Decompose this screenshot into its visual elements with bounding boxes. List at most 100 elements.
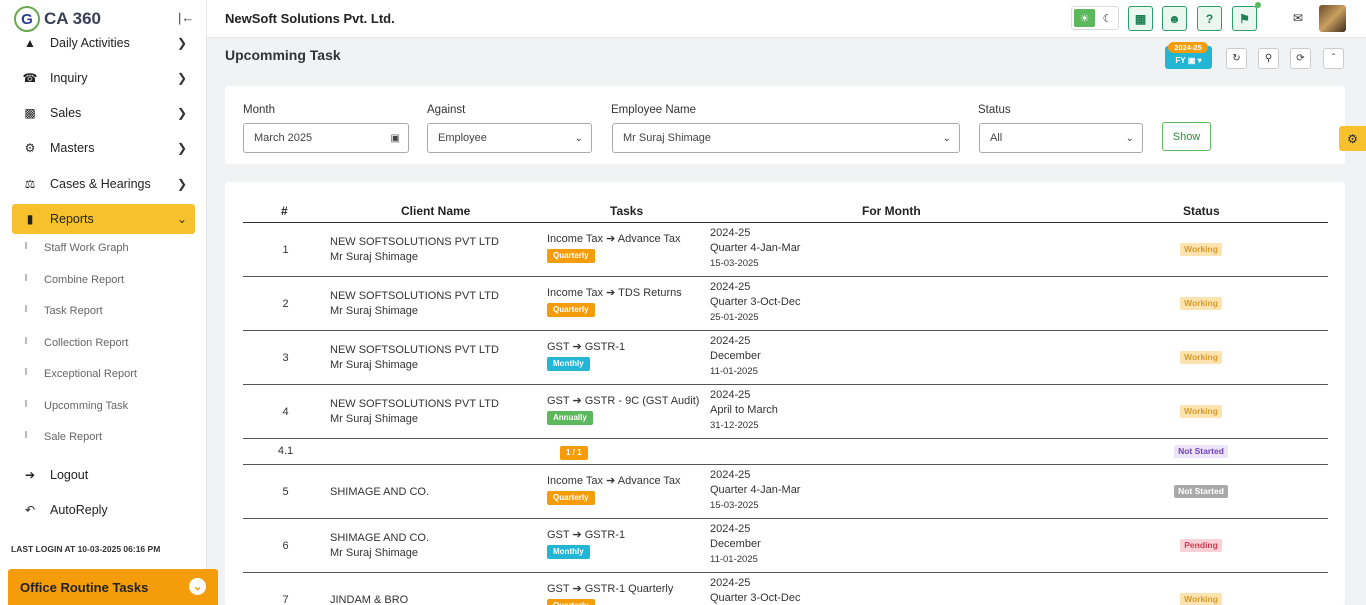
submenu-staff-work-graph[interactable]: Staff Work Graph bbox=[44, 242, 129, 254]
client-contact: Mr Suraj Shimage bbox=[330, 547, 419, 559]
due-date: 15-03-2025 bbox=[710, 500, 759, 511]
submenu-dot bbox=[25, 368, 27, 375]
row-number: 1 bbox=[282, 244, 289, 256]
chat-button[interactable]: ✉ bbox=[1288, 8, 1308, 28]
sidebar-item-inquiry[interactable]: ☎ Inquiry ❯ bbox=[12, 63, 195, 93]
sidebar-item-reports[interactable]: ▮ Reports ⌄ bbox=[12, 204, 195, 234]
for-month-cell: 2024-25 December 11-01-2025 bbox=[710, 334, 761, 379]
calendar-icon[interactable]: ▣ bbox=[391, 133, 400, 144]
chevron-up-icon: ˆ bbox=[1331, 53, 1336, 64]
for-month-cell: 2024-25 Quarter 3-Oct-Dec bbox=[710, 576, 800, 605]
task-name: Income Tax ➔ Advance Tax bbox=[547, 233, 681, 245]
refresh-icon: ↻ bbox=[1232, 53, 1241, 64]
fy-year: 2024-25 bbox=[710, 335, 751, 347]
status-cell: Working bbox=[1143, 592, 1259, 605]
task-name: GST ➔ GSTR-1 Quarterly bbox=[547, 583, 674, 595]
status-cell: Pending bbox=[1143, 538, 1259, 553]
row-number: 3 bbox=[282, 352, 289, 364]
sidebar-item-sales[interactable]: ▩ Sales ❯ bbox=[12, 98, 195, 128]
fy-year: 2024-25 bbox=[710, 389, 751, 401]
refresh-button[interactable]: ↻ bbox=[1226, 48, 1247, 69]
submenu-task-report[interactable]: Task Report bbox=[44, 305, 103, 317]
frequency-tag: Quarterly bbox=[547, 249, 595, 263]
frequency-tag: Quarterly bbox=[547, 491, 595, 505]
sidebar-item-cases-hearings[interactable]: ⚖ Cases & Hearings ❯ bbox=[12, 169, 195, 199]
logo-text: CA 360 bbox=[44, 9, 102, 28]
status-cell: Working bbox=[1143, 404, 1259, 419]
submenu-combine-report[interactable]: Combine Report bbox=[44, 274, 124, 286]
for-month-cell: 2024-25 April to March 31-12-2025 bbox=[710, 388, 778, 433]
period: April to March bbox=[710, 404, 778, 416]
status-badge[interactable]: Pending bbox=[1180, 539, 1222, 552]
sidebar-item-daily-activities[interactable]: ▲ Daily Activities ❯ bbox=[12, 28, 195, 58]
frequency-tag: Quarterly bbox=[547, 599, 595, 605]
chevron-right-icon: ❯ bbox=[176, 36, 187, 50]
submenu-dot bbox=[25, 431, 27, 438]
client-contact: Mr Suraj Shimage bbox=[330, 359, 419, 371]
moon-icon[interactable]: ☾ bbox=[1097, 7, 1118, 29]
topbar: NewSoft Solutions Pvt. Ltd. ☀ ☾ ▦ ☻ ? ⚑ … bbox=[207, 0, 1366, 38]
last-login-text: LAST LOGIN AT 10-03-2025 06:16 PM bbox=[11, 544, 161, 554]
office-routine-tasks-bar[interactable]: Office Routine Tasks ⌄ bbox=[8, 569, 218, 605]
against-select[interactable]: Employee ⌄ bbox=[427, 123, 592, 153]
status-badge[interactable]: Working bbox=[1180, 405, 1222, 418]
month-input[interactable]: March 2025 ▣ bbox=[243, 123, 409, 153]
sidebar-item-logout[interactable]: ➔ Logout bbox=[12, 460, 195, 490]
employee-value: Mr Suraj Shimage bbox=[623, 132, 712, 144]
report-icon: ▮ bbox=[26, 212, 34, 226]
client-company: NEW SOFTSOLUTIONS PVT LTD bbox=[330, 236, 499, 248]
announcement-button[interactable]: ⚑ bbox=[1232, 6, 1257, 31]
task-cell: GST ➔ GSTR-1 Quarterly Quarterly bbox=[547, 582, 673, 605]
show-button[interactable]: Show bbox=[1162, 122, 1211, 151]
task-cell: GST ➔ GSTR - 9C (GST Audit) Annually bbox=[547, 394, 699, 425]
help-button[interactable]: ? bbox=[1197, 6, 1222, 31]
sidebar-item-label: Inquiry bbox=[50, 71, 88, 85]
period: Quarter 4-Jan-Mar bbox=[710, 242, 801, 254]
employee-select[interactable]: Mr Suraj Shimage ⌄ bbox=[612, 123, 960, 153]
sun-icon[interactable]: ☀ bbox=[1074, 9, 1095, 27]
pin-button[interactable]: ⚲ bbox=[1258, 48, 1279, 69]
column-header-client: Client Name bbox=[401, 204, 471, 218]
due-date: 25-01-2025 bbox=[710, 312, 759, 323]
row-number: 4 bbox=[282, 406, 289, 418]
qr-code-button[interactable]: ▦ bbox=[1128, 6, 1153, 31]
for-month-cell: 2024-25 December 11-01-2025 bbox=[710, 522, 761, 567]
users-button[interactable]: ☻ bbox=[1162, 6, 1187, 31]
fy-year: 2024-25 bbox=[710, 523, 751, 535]
submenu-dot bbox=[25, 274, 27, 281]
submenu-upcomming-task[interactable]: Upcomming Task bbox=[44, 400, 128, 412]
users-icon: ☻ bbox=[1168, 11, 1181, 26]
client-name: NEW SOFTSOLUTIONS PVT LTD Mr Suraj Shimag… bbox=[330, 343, 499, 373]
for-month-cell: 2024-25 Quarter 4-Jan-Mar 15-03-2025 bbox=[710, 468, 800, 513]
submenu-sale-report[interactable]: Sale Report bbox=[44, 431, 102, 443]
collapse-sidebar-icon[interactable]: |← bbox=[178, 10, 194, 25]
client-contact: Mr Suraj Shimage bbox=[330, 413, 419, 425]
sidebar-item-autoreply[interactable]: ↶ AutoReply bbox=[12, 495, 195, 525]
avatar[interactable] bbox=[1319, 5, 1346, 32]
status-select[interactable]: All ⌄ bbox=[979, 123, 1143, 153]
status-badge[interactable]: Not Started bbox=[1174, 485, 1228, 498]
submenu-dot bbox=[25, 400, 27, 407]
status-badge[interactable]: Working bbox=[1180, 351, 1222, 364]
settings-gear-button[interactable]: ⚙ bbox=[1339, 126, 1366, 151]
table-row: 1 NEW SOFTSOLUTIONS PVT LTD Mr Suraj Shima… bbox=[243, 223, 1328, 277]
theme-toggle[interactable]: ☀ ☾ bbox=[1071, 6, 1119, 30]
chevron-down-icon[interactable]: ⌄ bbox=[189, 578, 206, 595]
filter-card: Month March 2025 ▣ Against Employee ⌄ Em… bbox=[225, 86, 1345, 164]
status-badge[interactable]: Working bbox=[1180, 297, 1222, 310]
chevron-down-icon: ⌄ bbox=[942, 132, 951, 144]
calendar-icon: ▣ bbox=[1187, 56, 1196, 65]
chevron-down-icon: ⌄ bbox=[574, 132, 583, 144]
money-icon: ▩ bbox=[24, 106, 36, 120]
status-value: All bbox=[990, 132, 1003, 144]
status-badge[interactable]: Working bbox=[1180, 593, 1222, 605]
logout-icon: ➔ bbox=[24, 468, 36, 482]
submenu-exceptional-report[interactable]: Exceptional Report bbox=[44, 368, 137, 380]
collapse-up-button[interactable]: ˆ bbox=[1323, 48, 1344, 69]
month-label: Month bbox=[243, 104, 275, 116]
status-badge[interactable]: Working bbox=[1180, 243, 1222, 256]
reset-button[interactable]: ⟳ bbox=[1290, 48, 1311, 69]
status-badge[interactable]: Not Started bbox=[1174, 445, 1228, 458]
submenu-collection-report[interactable]: Collection Report bbox=[44, 337, 128, 349]
sidebar-item-masters[interactable]: ⚙ Masters ❯ bbox=[12, 133, 195, 163]
